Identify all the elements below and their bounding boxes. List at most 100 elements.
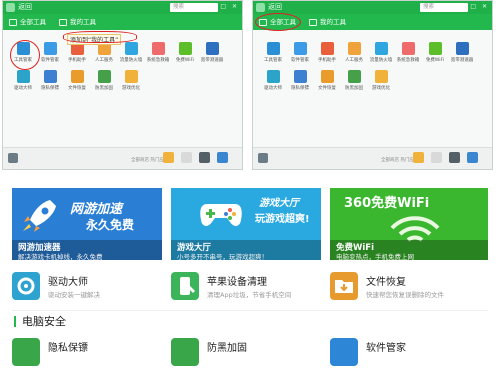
app-grid: 工具管家 软件管家 手机助手 人工服务 流量防火墙 系统急救箱 免费WiFi 宽带测速器 驱动大… bbox=[11, 42, 238, 96]
tab-my-tools[interactable]: 我的工具 bbox=[309, 17, 346, 28]
feature-desc: 快速帮您恢复误删除的文件 bbox=[366, 291, 444, 299]
app-tile[interactable]: 免费WiFi bbox=[173, 42, 197, 68]
app-tile[interactable]: 流量防火墙 bbox=[369, 42, 393, 68]
app-tile[interactable]: 宽带测速器 bbox=[200, 42, 224, 68]
app-icon bbox=[178, 42, 192, 55]
app-tile[interactable]: 游戏优化 bbox=[119, 70, 143, 96]
app-icon bbox=[347, 42, 361, 55]
app-icon bbox=[455, 42, 469, 55]
grid-icon bbox=[59, 19, 67, 26]
app-tile[interactable]: 防黑加固 bbox=[342, 70, 366, 96]
app-label: 手机助手 bbox=[318, 58, 336, 63]
app-tile[interactable]: 人工服务 bbox=[92, 42, 116, 68]
app-label: 文件恢复 bbox=[318, 86, 336, 91]
title-bar: 返回 搜索 — □ ✕ bbox=[253, 1, 492, 14]
app-icon bbox=[70, 70, 84, 83]
app-icon bbox=[43, 70, 57, 83]
banner-game-hall[interactable]: 游戏大厅 玩游戏超爽! 游戏大厅 小号多开不串号，玩游戏超爽！ bbox=[171, 188, 321, 260]
bottom-app-icon[interactable] bbox=[181, 152, 192, 163]
feature-driver-master[interactable]: 驱动大师 驱动安装一键解决 bbox=[12, 268, 162, 306]
back-button[interactable]: 返回 bbox=[18, 2, 32, 12]
app-tile[interactable]: 手机助手 bbox=[315, 42, 339, 68]
feature-apple-cleaner[interactable]: 苹果设备清理 清理App垃圾，节省手机空间 bbox=[171, 268, 321, 306]
divider bbox=[12, 310, 488, 311]
feature-privacy-guard[interactable]: 隐私保镖 bbox=[12, 334, 162, 368]
banner-subline: 玩游戏超爽! bbox=[255, 214, 310, 225]
shield-icon bbox=[171, 338, 199, 366]
app-tile[interactable]: 隐私保镖 bbox=[288, 70, 312, 96]
app-icon bbox=[293, 42, 307, 55]
store-icon[interactable] bbox=[8, 153, 18, 163]
app-label: 人工服务 bbox=[345, 58, 363, 63]
window-controls[interactable]: — □ ✕ bbox=[208, 3, 239, 10]
app-tile[interactable]: 文件恢复 bbox=[65, 70, 89, 96]
tab-all-tools-label: 全部工具 bbox=[20, 18, 46, 26]
app-tile[interactable]: 流量防火墙 bbox=[119, 42, 143, 68]
app-label: 系统急救箱 bbox=[146, 58, 170, 63]
feature-software-manager[interactable]: 软件管家 bbox=[330, 334, 480, 368]
bottom-app-icon[interactable] bbox=[449, 152, 460, 163]
app-label: 驱动大师 bbox=[264, 86, 282, 91]
app-tile[interactable]: 人工服务 bbox=[342, 42, 366, 68]
app-tile[interactable]: 宽带测速器 bbox=[450, 42, 474, 68]
feature-name: 苹果设备清理 bbox=[207, 277, 267, 288]
phone-clean-icon bbox=[171, 272, 199, 300]
app-label: 流量防火墙 bbox=[369, 58, 393, 63]
banner-game-accelerator[interactable]: 网游加速 永久免费 网游加速器 解决游戏卡机掉线，永久免费 bbox=[12, 188, 162, 260]
bottom-app-icon[interactable] bbox=[467, 152, 478, 163]
bottom-app-icon[interactable] bbox=[163, 152, 174, 163]
feature-file-recovery[interactable]: 文件恢复 快速帮您恢复误删除的文件 bbox=[330, 268, 480, 306]
section-title: 电脑安全 bbox=[14, 316, 66, 327]
software-icon bbox=[330, 338, 358, 366]
feature-name: 文件恢复 bbox=[366, 277, 406, 288]
banner-headline: 360免费WiFi bbox=[344, 196, 430, 211]
feature-name: 防黑加固 bbox=[207, 343, 247, 354]
feature-anti-hack[interactable]: 防黑加固 bbox=[171, 334, 321, 368]
app-tile[interactable]: 软件管家 bbox=[288, 42, 312, 68]
banner-desc: 解决游戏卡机掉线，永久免费 bbox=[18, 253, 103, 260]
app-tile[interactable]: 系统急救箱 bbox=[396, 42, 420, 68]
app-label: 系统急救箱 bbox=[396, 58, 420, 63]
app-tile[interactable]: 软件管家 bbox=[38, 42, 62, 68]
home-icon[interactable] bbox=[6, 3, 15, 12]
banner-desc: 电脑变热点，手机免费上网 bbox=[336, 253, 414, 260]
app-tile[interactable]: 系统急救箱 bbox=[146, 42, 170, 68]
app-label: 软件管家 bbox=[291, 58, 309, 63]
app-tile[interactable]: 驱动大师 bbox=[11, 70, 35, 96]
right-window: 返回 搜索 — □ ✕ 全部工具 我的工具 工具管家 软件管家 手机助手 人工服务 流量… bbox=[252, 0, 493, 170]
left-window: 返回 搜索 — □ ✕ 全部工具 我的工具 工具管家 软件管家 手机助手 人工服务 流量… bbox=[2, 0, 243, 170]
home-icon[interactable] bbox=[256, 3, 265, 12]
app-label: 游戏优化 bbox=[372, 86, 390, 91]
window-controls[interactable]: — □ ✕ bbox=[458, 3, 489, 10]
tab-my-tools-label: 我的工具 bbox=[70, 18, 96, 26]
bottom-app-icon[interactable] bbox=[413, 152, 424, 163]
bottom-app-icon[interactable] bbox=[431, 152, 442, 163]
store-icon[interactable] bbox=[258, 153, 268, 163]
bottom-app-icon[interactable] bbox=[217, 152, 228, 163]
app-tile[interactable]: 游戏优化 bbox=[369, 70, 393, 96]
app-tile[interactable]: 驱动大师 bbox=[261, 70, 285, 96]
tab-all-tools[interactable]: 全部工具 bbox=[9, 17, 46, 28]
feature-name: 隐私保镖 bbox=[48, 343, 88, 354]
app-label: 人工服务 bbox=[95, 58, 113, 63]
app-icon bbox=[266, 42, 280, 55]
app-tile[interactable]: 手机助手 bbox=[65, 42, 89, 68]
back-button[interactable]: 返回 bbox=[268, 2, 282, 12]
tab-my-tools[interactable]: 我的工具 bbox=[59, 17, 96, 28]
app-icon bbox=[347, 70, 361, 83]
folder-icon bbox=[330, 272, 358, 300]
rocket-icon bbox=[23, 200, 56, 232]
banner-free-wifi[interactable]: 360免费WiFi 免费WiFi 电脑变热点，手机免费上网 bbox=[330, 188, 488, 260]
banner-headline: 网游加速 bbox=[70, 202, 123, 217]
bottom-app-icon[interactable] bbox=[199, 152, 210, 163]
bottom-bar: 全部商店 热门应用 bbox=[253, 147, 492, 169]
app-icon bbox=[401, 42, 415, 55]
app-tile[interactable]: 隐私保镖 bbox=[38, 70, 62, 96]
app-tile[interactable]: 工具管家 bbox=[261, 42, 285, 68]
app-tile[interactable]: 防黑加固 bbox=[92, 70, 116, 96]
annotation-circle bbox=[10, 40, 40, 70]
page-root: 返回 搜索 — □ ✕ 全部工具 我的工具 工具管家 软件管家 手机助手 人工服务 流量… bbox=[0, 0, 500, 368]
banner-subline: 永久免费 bbox=[86, 218, 135, 232]
app-tile[interactable]: 免费WiFi bbox=[423, 42, 447, 68]
app-tile[interactable]: 文件恢复 bbox=[315, 70, 339, 96]
